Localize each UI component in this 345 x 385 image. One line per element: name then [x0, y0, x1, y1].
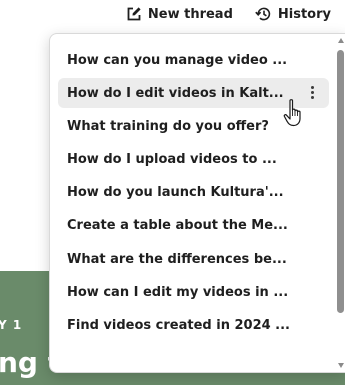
history-label: History	[277, 6, 331, 22]
thread-title: Create a table about the Me...	[67, 218, 288, 234]
scroll-down-arrow[interactable]	[338, 363, 344, 368]
thread-title: How can I edit my videos in ...	[67, 284, 289, 300]
thread-title: How do you launch Kultura'...	[67, 185, 284, 201]
thread-title: How do I edit videos in Kalt...	[67, 85, 284, 101]
kebab-dot	[311, 96, 314, 100]
history-thread-item[interactable]: What are the differences be...	[58, 244, 329, 274]
thread-title: How do I upload videos to ...	[67, 152, 277, 168]
new-thread-label: New thread	[147, 6, 233, 22]
history-thread-item[interactable]: How can I edit my videos in ...	[58, 277, 329, 307]
scrollbar[interactable]	[336, 34, 345, 372]
thread-title: What training do you offer?	[67, 118, 269, 134]
scroll-up-arrow[interactable]	[338, 38, 344, 43]
thread-title: How can you manage video ...	[67, 52, 288, 68]
chat-toolbar: New thread History	[126, 6, 331, 22]
history-button[interactable]: History	[255, 6, 331, 22]
more-vertical-icon[interactable]	[311, 86, 315, 100]
history-thread-item[interactable]: Find videos created in 2024 ...	[58, 311, 329, 341]
background-eyebrow-text: Y 1	[0, 318, 23, 332]
edit-icon	[127, 7, 141, 21]
history-thread-item[interactable]: How do I upload videos to ...	[58, 145, 329, 175]
history-dropdown: How can you manage video ... How do I edi…	[49, 33, 345, 373]
kebab-dot	[311, 91, 314, 95]
history-thread-item[interactable]: How can you manage video ...	[58, 45, 329, 75]
history-thread-item[interactable]: Create a table about the Me...	[58, 211, 329, 241]
hand-pointer-icon	[283, 99, 301, 127]
history-icon	[255, 7, 271, 21]
kebab-dot	[311, 86, 314, 90]
thread-title: What are the differences be...	[67, 251, 287, 267]
thread-title: Find videos created in 2024 ...	[67, 318, 290, 333]
new-thread-button[interactable]: New thread	[126, 6, 233, 22]
thread-list: How can you manage video ... How do I edi…	[58, 45, 329, 344]
history-thread-item[interactable]: How do you launch Kultura'...	[58, 178, 329, 208]
scrollbar-thumb[interactable]	[337, 50, 344, 313]
